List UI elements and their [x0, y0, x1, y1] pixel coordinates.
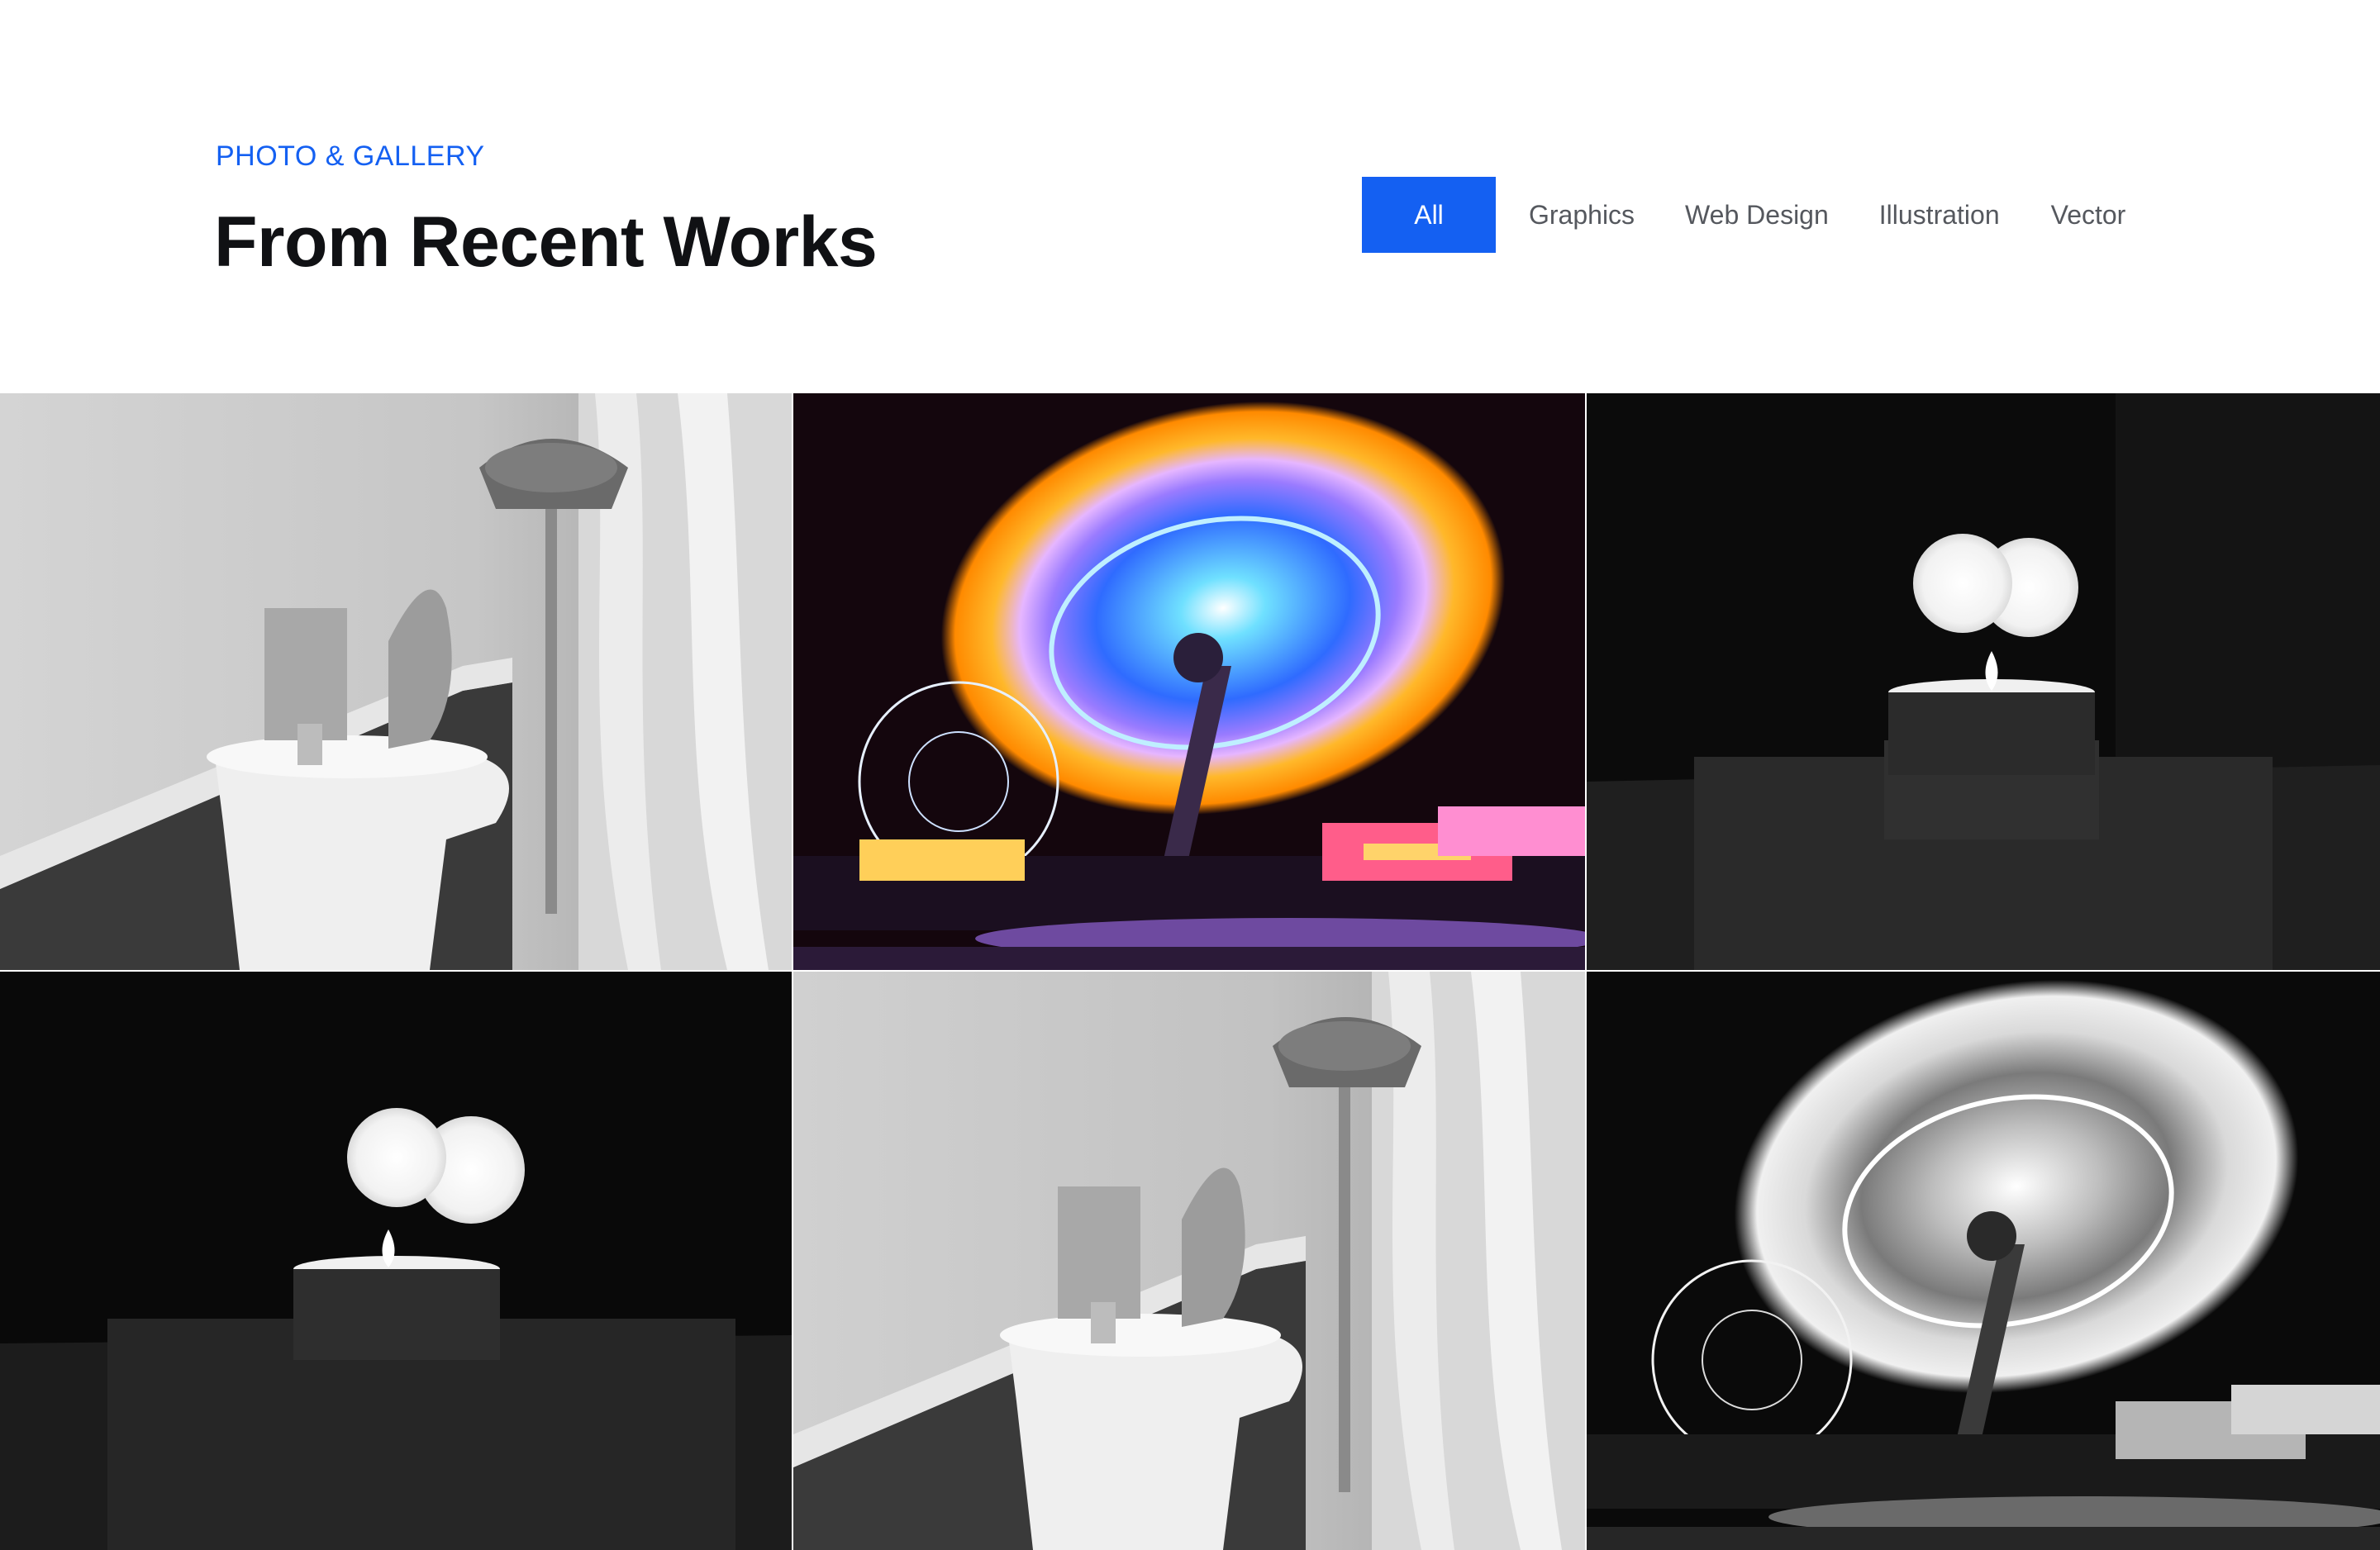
gallery-item-carnival-ride[interactable] — [793, 393, 1585, 970]
gallery-item-tealight-candle[interactable] — [0, 972, 792, 1550]
section-eyebrow: PHOTO & GALLERY — [216, 140, 485, 172]
tealight-candle-photo — [0, 972, 792, 1550]
filter-all[interactable]: All — [1362, 177, 1496, 253]
section-header: PHOTO & GALLERY From Recent Works All Gr… — [0, 0, 2380, 393]
gallery-item-tealight-candle[interactable] — [1587, 393, 2380, 970]
gallery-filter-tabs: All Graphics Web Design Illustration Vec… — [1362, 177, 2125, 253]
gallery-item-dresser-lamp[interactable] — [793, 972, 1585, 1550]
dresser-lamp-photo — [793, 972, 1585, 1550]
filter-web-design[interactable]: Web Design — [1685, 177, 1829, 253]
tealight-candle-photo — [1587, 393, 2380, 970]
gallery-item-dresser-lamp[interactable] — [0, 393, 792, 970]
filter-graphics[interactable]: Graphics — [1529, 177, 1635, 253]
carnival-ride-photo — [793, 393, 1585, 970]
gallery-grid — [0, 393, 2380, 1550]
gallery-item-carnival-ride[interactable] — [1587, 972, 2380, 1550]
filter-vector[interactable]: Vector — [2051, 177, 2126, 253]
dresser-lamp-photo — [0, 393, 792, 970]
carnival-ride-photo — [1587, 972, 2380, 1550]
page-title: From Recent Works — [214, 202, 878, 282]
filter-illustration[interactable]: Illustration — [1879, 177, 2000, 253]
